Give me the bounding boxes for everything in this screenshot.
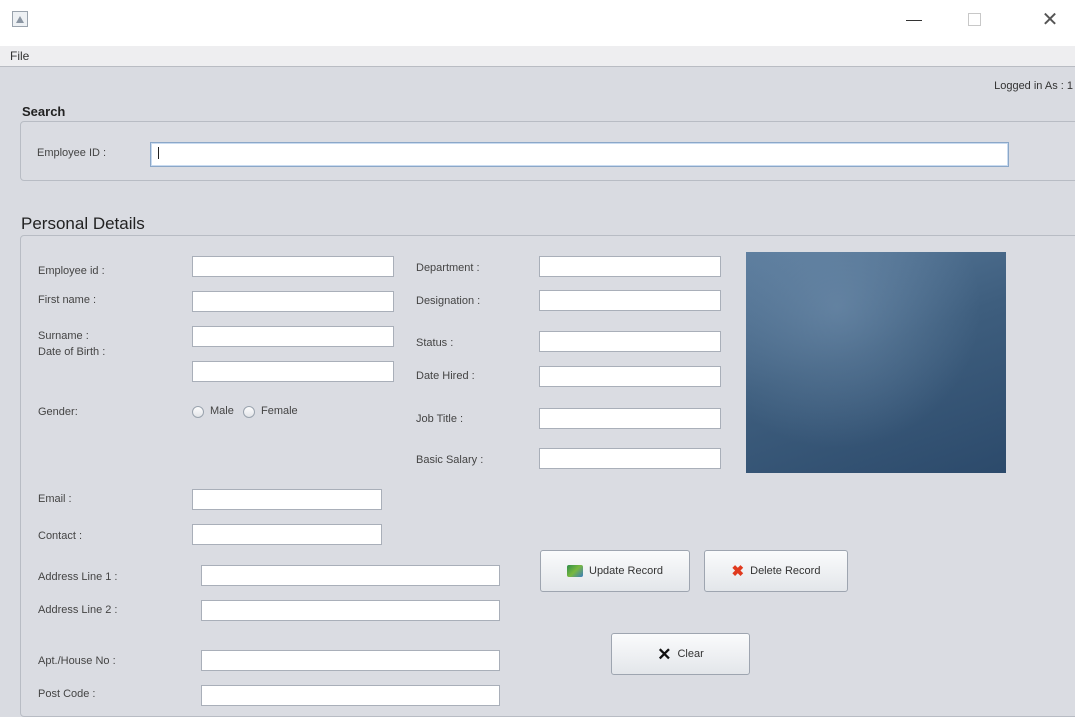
job-title-input[interactable] — [539, 408, 721, 429]
maximize-button[interactable] — [956, 8, 996, 32]
apt-house-no-input[interactable] — [201, 650, 500, 671]
contact-input[interactable] — [192, 524, 382, 545]
address-line-1-label: Address Line 1 : — [38, 571, 118, 583]
post-code-input[interactable] — [201, 685, 500, 706]
delete-record-button[interactable]: ✖ Delete Record — [704, 550, 848, 592]
contact-label: Contact : — [38, 530, 83, 542]
address-line-2-label: Address Line 2 : — [38, 604, 118, 616]
date-hired-input[interactable] — [539, 366, 721, 387]
delete-x-icon: ✖ — [731, 562, 745, 580]
designation-input[interactable] — [539, 290, 721, 311]
employee-id-search-input[interactable] — [150, 142, 1009, 167]
date-of-birth-label: Date of Birth : — [38, 346, 106, 358]
email-input[interactable] — [192, 489, 382, 510]
email-label: Email : — [38, 493, 72, 505]
basic-salary-input[interactable] — [539, 448, 721, 469]
close-button[interactable]: ✕ — [1030, 8, 1070, 32]
search-section-title: Search — [22, 104, 66, 119]
close-icon: ✕ — [1041, 9, 1059, 31]
employee-id-label: Employee id : — [38, 265, 105, 277]
employee-photo — [746, 252, 1006, 473]
employee-id-search-label: Employee ID : — [37, 147, 107, 159]
text-caret — [158, 147, 159, 159]
gender-female-radio[interactable] — [243, 406, 255, 418]
clear-x-icon: ✕ — [657, 644, 672, 664]
designation-label: Designation : — [416, 295, 481, 307]
date-of-birth-input[interactable] — [192, 361, 394, 382]
minimize-button[interactable] — [894, 8, 934, 32]
first-name-label: First name : — [38, 294, 97, 306]
date-hired-label: Date Hired : — [416, 370, 475, 382]
surname-input[interactable] — [192, 326, 394, 347]
address-line-2-input[interactable] — [201, 600, 500, 621]
gender-label: Gender: — [38, 406, 78, 418]
delete-record-label: Delete Record — [750, 565, 821, 577]
department-input[interactable] — [539, 256, 721, 277]
gender-male-radio[interactable] — [192, 406, 204, 418]
clear-label: Clear — [677, 648, 704, 660]
gender-male-label[interactable]: Male — [210, 405, 234, 417]
app-icon — [12, 11, 28, 27]
update-record-button[interactable]: Update Record — [540, 550, 690, 592]
apt-house-no-label: Apt./House No : — [38, 655, 116, 667]
menu-file[interactable]: File — [10, 49, 29, 63]
clear-button[interactable]: ✕ Clear — [611, 633, 750, 675]
post-code-label: Post Code : — [38, 688, 96, 700]
surname-label: Surname : — [38, 330, 89, 342]
title-bar: ✕ — [0, 0, 1075, 46]
address-line-1-input[interactable] — [201, 565, 500, 586]
update-record-icon — [567, 565, 583, 577]
gender-female-label[interactable]: Female — [261, 405, 298, 417]
status-input[interactable] — [539, 331, 721, 352]
maximize-icon — [968, 13, 981, 26]
menu-bar: File — [0, 46, 1075, 67]
logged-in-label: Logged in As : 1 — [994, 80, 1073, 92]
minimize-icon — [906, 20, 922, 21]
personal-details-title: Personal Details — [21, 214, 145, 233]
first-name-input[interactable] — [192, 291, 394, 312]
status-label: Status : — [416, 337, 454, 349]
update-record-label: Update Record — [589, 565, 663, 577]
job-title-label: Job Title : — [416, 413, 464, 425]
employee-id-input[interactable] — [192, 256, 394, 277]
department-label: Department : — [416, 262, 480, 274]
basic-salary-label: Basic Salary : — [416, 454, 484, 466]
